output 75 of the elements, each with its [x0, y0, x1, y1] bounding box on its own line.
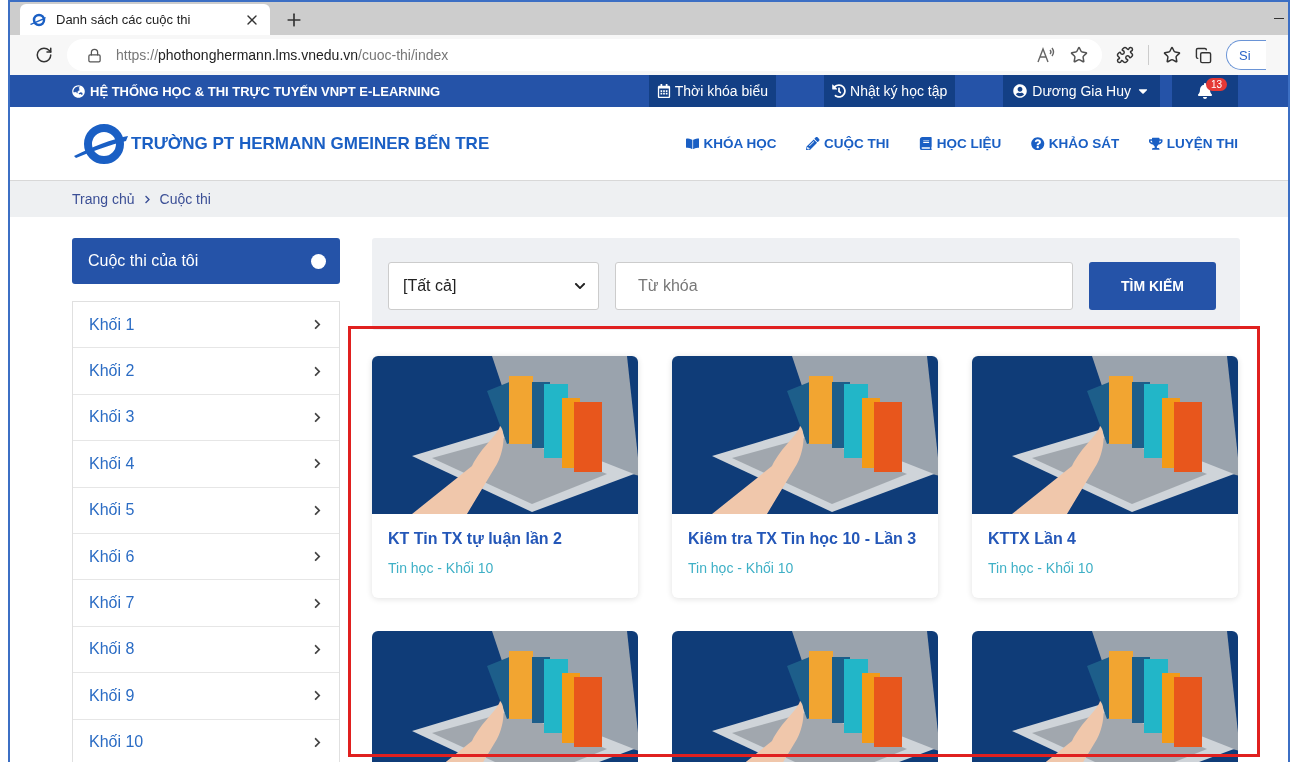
globe-icon — [72, 84, 85, 98]
open-book-icon — [685, 136, 700, 151]
sidebar-header[interactable]: Cuộc thi của tôi — [72, 238, 340, 284]
book-icon — [919, 136, 933, 151]
chevron-icon — [312, 597, 323, 609]
sidebar-title: Cuộc thi của tôi — [88, 252, 199, 270]
nav-link[interactable]: KHÓA HỌC — [685, 136, 777, 151]
chevron-icon — [312, 319, 323, 331]
history-icon — [832, 84, 846, 98]
notification-button[interactable]: 13 — [1172, 75, 1238, 107]
site-logo-icon — [30, 12, 46, 27]
contest-card[interactable]: Kiêm tra TX Tin học 10 - Lần 3 Tin học - Khối 10 — [672, 356, 938, 598]
notification-count: 13 — [1206, 78, 1228, 91]
puzzle-icon[interactable] — [1116, 46, 1134, 64]
tab-title: Danh sách các cuộc thi — [56, 12, 192, 27]
chevron-icon — [312, 411, 323, 423]
keyword-field[interactable]: Từ khóa — [615, 262, 1073, 310]
user-icon — [1013, 84, 1028, 98]
sidebar-item[interactable]: Khối 3 — [73, 394, 339, 442]
logo-icon — [72, 122, 128, 165]
collections-icon[interactable] — [1195, 46, 1212, 64]
favorites-icon[interactable] — [1163, 46, 1181, 64]
reload-icon[interactable] — [35, 46, 53, 64]
breadcrumb-link[interactable]: Trang chủ — [72, 191, 135, 207]
sidebar-item[interactable]: Khối 5 — [73, 487, 339, 534]
chevron-icon — [142, 194, 152, 204]
search-button[interactable]: TÌM KIẾM — [1089, 262, 1216, 310]
dot-icon — [311, 253, 326, 269]
sidebar-item[interactable]: Khối 9 — [73, 673, 339, 720]
browser-tab[interactable]: Danh sách các cuộc thi — [20, 4, 270, 35]
chevron-icon — [312, 643, 323, 655]
calendar-icon — [656, 84, 671, 98]
contest-title[interactable]: KTTX Lần 4 — [988, 530, 1222, 548]
breadcrumb-link[interactable]: Cuộc thi — [159, 191, 211, 207]
nav-link[interactable]: CUỘC THI — [806, 136, 890, 151]
read-aloud-icon[interactable] — [1036, 47, 1056, 63]
pencil-icon — [806, 136, 820, 151]
chevron-icon — [312, 365, 323, 377]
trophy-icon — [1149, 136, 1163, 151]
url-text: https://phothonghermann.lms.vnedu.vn/cuoc-thi/index — [116, 47, 450, 63]
nav-link[interactable]: HỌC LIỆU — [919, 136, 1002, 151]
chevron-icon — [312, 736, 323, 748]
category-select[interactable]: [Tất cả] — [388, 262, 599, 310]
sidebar-item[interactable]: Khối 8 — [73, 626, 339, 674]
contest-card[interactable]: KT Tin TX tự luận lần 2 Tin học - Khối 10 — [372, 356, 638, 598]
chevron-icon — [312, 504, 323, 516]
system-title-text: HỆ THỐNG HỌC & THI TRỰC TUYẾN VNPT E-LEARNING — [90, 83, 441, 99]
contest-title[interactable]: Kiêm tra TX Tin học 10 - Lần 3 — [688, 530, 922, 548]
contest-title[interactable]: KT Tin TX tự luận lần 2 — [388, 530, 622, 548]
sidebar-item[interactable]: Khối 1 — [73, 302, 339, 349]
contest-subject: Tin học - Khối 10 — [988, 560, 1095, 576]
sidebar-item[interactable]: Khối 2 — [73, 348, 339, 395]
sign-in-button[interactable]: Si — [1226, 40, 1266, 70]
address-bar[interactable]: https://phothonghermann.lms.vnedu.vn/cuoc-thi/index — [67, 39, 1102, 71]
top-link[interactable]: Thời khóa biểu — [648, 75, 776, 107]
caret-icon — [574, 280, 586, 292]
contest-subject: Tin học - Khối 10 — [388, 560, 495, 576]
chevron-icon — [312, 458, 323, 470]
contest-card[interactable]: KTTX Lần 4 Tin học - Khối 10 — [972, 356, 1238, 598]
chevron-icon — [312, 551, 323, 563]
nav-link[interactable]: LUYỆN THI — [1149, 136, 1238, 151]
sidebar-item[interactable]: Khối 10 — [73, 719, 339, 762]
minimize-icon[interactable] — [1274, 17, 1284, 20]
sidebar-item[interactable]: Khối 6 — [73, 533, 339, 581]
school-name: TRƯỜNG PT HERMANN GMEINER BẾN TRE — [131, 133, 490, 154]
user-menu-button[interactable]: Dương Gia Huy — [1003, 75, 1160, 107]
nav-link[interactable]: KHẢO SÁT — [1031, 136, 1120, 151]
contest-subject: Tin học - Khối 10 — [688, 560, 795, 576]
sidebar-item[interactable]: Khối 4 — [73, 441, 339, 488]
top-link[interactable]: Nhật ký học tập — [824, 75, 956, 107]
star-plus-icon[interactable] — [1070, 46, 1088, 64]
chevron-icon — [312, 690, 323, 702]
sidebar-item[interactable]: Khối 7 — [73, 580, 339, 627]
question-icon — [1031, 136, 1045, 151]
lock-icon — [87, 47, 102, 63]
